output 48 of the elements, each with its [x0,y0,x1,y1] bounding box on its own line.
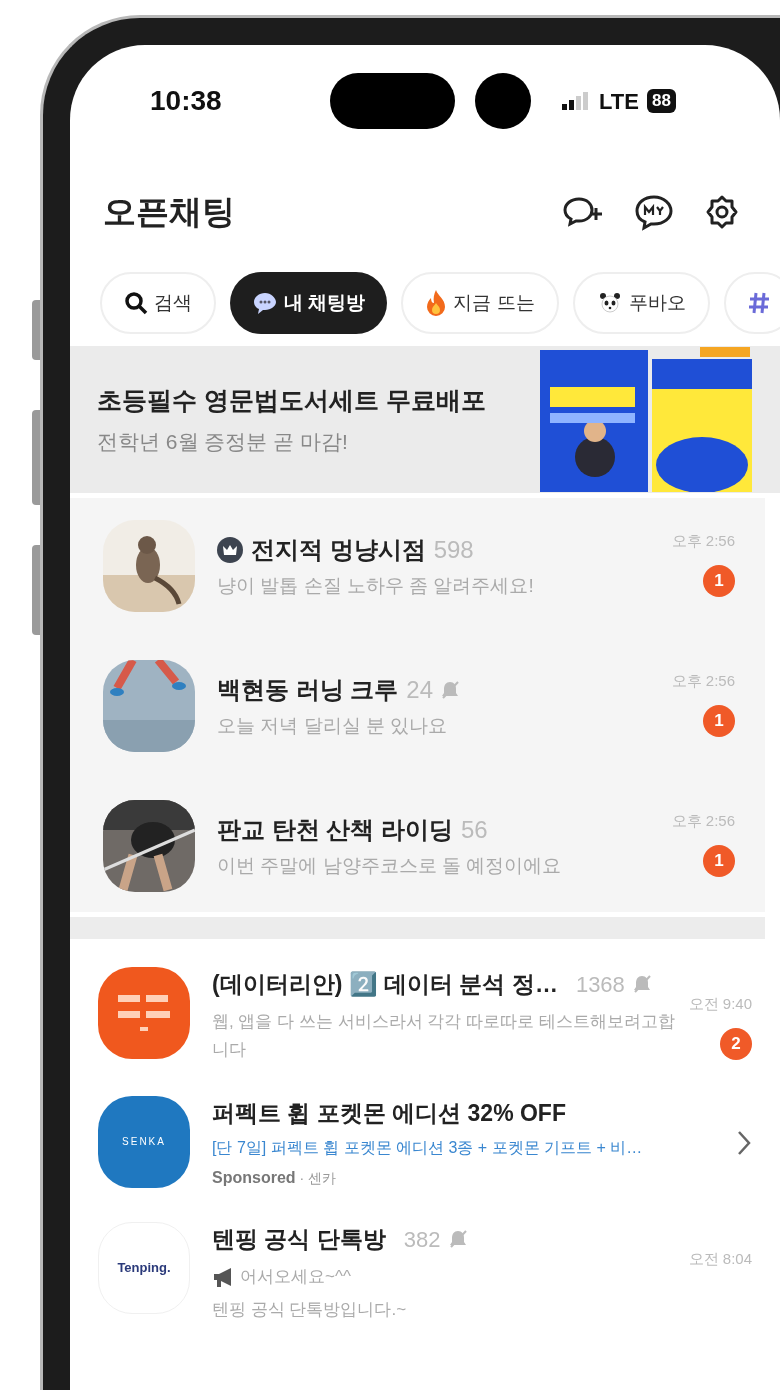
message-preview: 웹, 앱을 다 쓰는 서비스라서 각각 따로따로 테스트해보려고합니다 [212,1010,676,1061]
chat-room-item[interactable]: Tenping. 텐핑 공식 단톡방 382 어서오세요~^^ 텐핑 공식 단톡방입니다.~ 오전 8:04 [70,1222,752,1322]
message-preview: 이번 주말에 남양주코스로 돌 예정이에요 [217,853,563,878]
promo-banner[interactable]: 초등필수 영문법도서세트 무료배포 전학년 6월 증정분 곧 마감! [70,346,780,493]
chat-room-item[interactable]: 판교 탄천 산책 라이딩 56 이번 주말에 남양주코스로 돌 예정이에요 오후 2:56 1 [70,800,765,892]
message-time: 오후 2:56 [671,531,735,551]
room-name: (데이터리안) 2⃣ 데이터 분석 정… [212,970,558,999]
message-preview: 오늘 저녁 달리실 분 있나요 [217,713,449,738]
room-name: 백현동 러닝 크루 [217,674,399,705]
status-time: 10:38 [150,84,223,118]
filter-chip[interactable]: 내 채팅방 [230,272,388,334]
brand-logo: Tenping. [98,1222,190,1314]
advertiser-name: · 센카 [299,1168,337,1188]
chat-room-item[interactable]: (데이터리안) 2⃣ 데이터 분석 정… 1368 웹, 앱을 다 쓰는 서비스라서 각각 따로따로 테스트해보려고합니다 오전 9:40 2 [70,967,752,1064]
filter-chip[interactable]: 푸바오 [572,272,710,334]
message-time: 오후 2:56 [671,671,735,691]
room-name: 텐핑 공식 단톡방 [212,1225,386,1254]
message-preview: 텐핑 공식 단톡방입니다.~ [212,1298,408,1321]
unread-badge: 1 [703,704,735,737]
sponsored-item[interactable]: SENKA 퍼펙트 휩 포켓몬 에디션 32% OFF [단 7일] 퍼펙트 휩 포켓몬 에디션 3종 + 포켓몬 기프트 + 비… Sponsored · 센카 [70,1095,752,1190]
unread-badge: 1 [703,844,735,877]
room-name: 퍼펙트 휩 포켓몬 에디션 32% OFF [212,1098,566,1128]
banner-subtitle: 전학년 6월 증정분 곧 마감! [97,428,349,455]
member-count: 598 [433,534,474,565]
network-label: LTE [599,87,639,116]
unread-badge: 1 [703,564,735,597]
message-preview: 어서오세요~^^ [240,1265,351,1288]
page-title: 오픈채팅 [103,192,236,233]
chat-room-item[interactable]: 백현동 러닝 크루 24 오늘 저녁 달리실 분 있나요 오후 2:56 1 [70,660,765,752]
member-count: 382 [403,1225,441,1254]
banner-title: 초등필수 영문법도서세트 무료배포 [97,385,487,416]
sponsored-label: Sponsored [212,1168,296,1188]
member-count: 56 [461,814,488,845]
ad-link[interactable]: [단 7일] 퍼펙트 휩 포켓몬 에디션 3종 + 포켓몬 기프트 + 비… [212,1136,726,1160]
message-preview: 냥이 발톱 손질 노하우 좀 알려주세요! [217,573,535,598]
filter-chip[interactable]: 지금 뜨는 [401,272,559,334]
member-count: 24 [406,674,434,705]
brand-logo: SENKA [98,1095,190,1188]
message-time: 오후 2:56 [671,811,735,831]
unread-badge: 2 [720,1027,752,1060]
room-name: 판교 탄천 산책 라이딩 [217,814,453,845]
message-time: 오전 8:04 [688,1249,752,1269]
chat-room-item[interactable]: 전지적 멍냥시점 598 냥이 발톱 손질 노하우 좀 알려주세요! 오후 2:56 1 [70,520,765,612]
room-name: 전지적 멍냥시점 [251,534,426,565]
member-count: 1368 [575,970,625,999]
battery-level: 88 [646,89,676,113]
message-time: 오전 9:40 [688,994,752,1014]
filter-chip[interactable]: 검색 [100,272,216,334]
